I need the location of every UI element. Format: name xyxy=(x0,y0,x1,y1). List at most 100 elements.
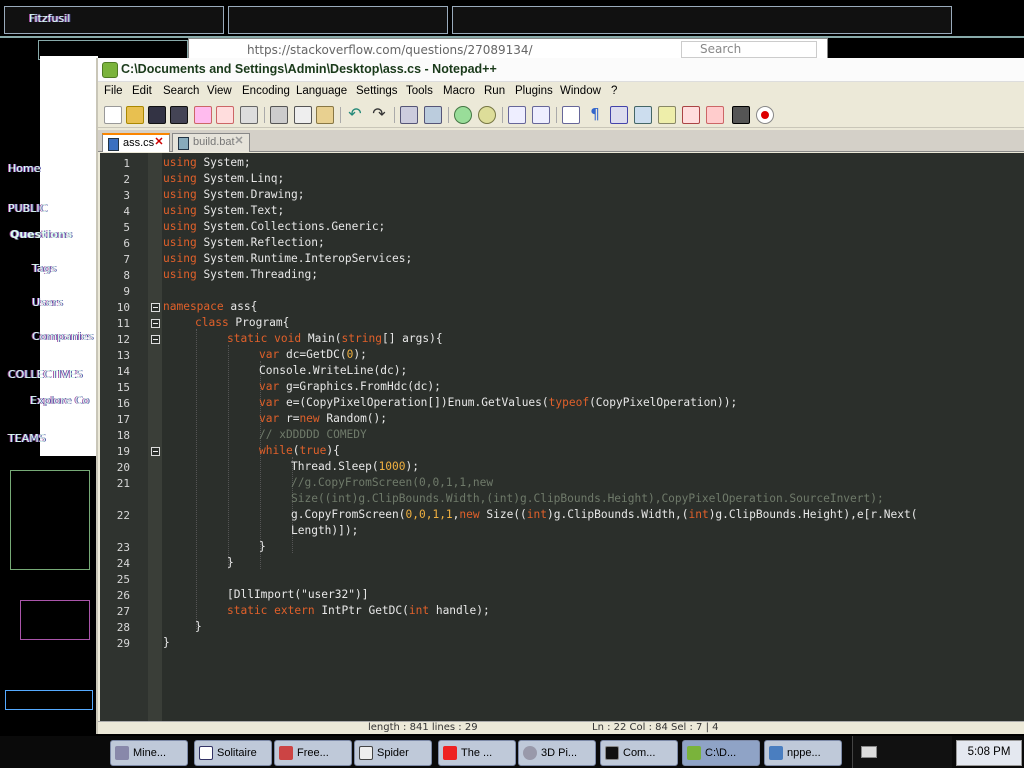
taskbar-item-solitaire[interactable]: Solitaire xyxy=(194,740,272,766)
taskbar-item-hearts[interactable]: The ... xyxy=(438,740,516,766)
new-file-icon[interactable] xyxy=(104,106,122,124)
browser-tab-3[interactable] xyxy=(452,6,952,34)
browser-address-bar[interactable]: https://stackoverflow.com/questions/2708… xyxy=(188,38,828,60)
tab-ass-cs[interactable]: ass.cs ✕ xyxy=(102,133,170,152)
paste-icon[interactable] xyxy=(316,106,334,124)
record-macro-icon[interactable] xyxy=(732,106,750,124)
fold-marker-namespace[interactable] xyxy=(151,303,160,312)
fold-margin xyxy=(148,153,162,721)
solitaire-icon xyxy=(199,746,213,760)
redo-icon[interactable]: ↷ xyxy=(370,106,388,124)
close-file-icon[interactable] xyxy=(194,106,212,124)
menu-file[interactable]: File xyxy=(104,85,123,97)
fold-marker-class[interactable] xyxy=(151,319,160,328)
function-list-icon[interactable] xyxy=(658,106,676,124)
sync-horizontal-icon[interactable] xyxy=(532,106,550,124)
code-line-8: using System.Threading; xyxy=(163,268,318,281)
pinball-icon xyxy=(523,746,537,760)
command-prompt-icon xyxy=(605,746,619,760)
code-line-2: using System.Linq; xyxy=(163,172,285,185)
menu-tools[interactable]: Tools xyxy=(406,85,433,97)
taskbar-item-minesweeper[interactable]: Mine... xyxy=(110,740,188,766)
code-line-6: using System.Reflection; xyxy=(163,236,325,249)
show-all-chars-icon[interactable]: ¶ xyxy=(586,106,604,124)
undo-icon[interactable]: ↶ xyxy=(346,106,364,124)
taskbar-item-notepadpp[interactable]: C:\D... xyxy=(682,740,760,766)
word-wrap-icon[interactable] xyxy=(562,106,580,124)
line-number: 28 xyxy=(116,621,130,634)
cut-icon[interactable] xyxy=(270,106,288,124)
folder-workspace-icon[interactable] xyxy=(682,106,700,124)
fold-marker-main[interactable] xyxy=(151,335,160,344)
save-all-icon[interactable] xyxy=(170,106,188,124)
notepadpp-window: C:\Documents and Settings\Admin\Desktop\… xyxy=(96,58,1024,734)
menu-edit[interactable]: Edit xyxy=(132,85,152,97)
browser-tab-1[interactable]: Fitzfusil xyxy=(4,6,224,34)
menu-settings[interactable]: Settings xyxy=(356,85,398,97)
menu-language[interactable]: Language xyxy=(296,85,347,97)
code-line-21a: //g.CopyFromScreen(0,0,1,1,new xyxy=(291,476,494,489)
stop-record-icon[interactable] xyxy=(756,106,774,124)
browser-search-input[interactable]: Search xyxy=(681,41,817,58)
code-editor[interactable]: 1 2 3 4 5 6 7 8 9 10 11 12 13 14 15 16 17 18 19 20 21 22 23 24 2… xyxy=(100,153,1024,721)
print-icon[interactable] xyxy=(240,106,258,124)
line-number: 21 xyxy=(116,477,130,490)
taskbar-item-freecell[interactable]: Free... xyxy=(274,740,352,766)
code-line-7: using System.Runtime.InteropServices; xyxy=(163,252,413,265)
bg-label-questions: Questions xyxy=(10,228,73,241)
line-number: 16 xyxy=(116,397,130,410)
close-tab-icon[interactable]: ✕ xyxy=(153,137,165,149)
taskbar-item-3d-pinball[interactable]: 3D Pi... xyxy=(518,740,596,766)
taskbar-clock[interactable]: 5:08 PM xyxy=(956,740,1022,766)
fold-marker-while[interactable] xyxy=(151,447,160,456)
close-tab-icon[interactable]: ✕ xyxy=(233,136,245,148)
taskbar-item-command-prompt[interactable]: Com... xyxy=(600,740,678,766)
line-number: 5 xyxy=(123,221,130,234)
menu-plugins[interactable]: Plugins xyxy=(515,85,553,97)
zoom-out-icon[interactable] xyxy=(478,106,496,124)
doc-map-icon[interactable] xyxy=(634,106,652,124)
sync-vertical-icon[interactable] xyxy=(508,106,526,124)
file-saved-icon xyxy=(178,137,189,150)
line-number: 6 xyxy=(123,237,130,250)
line-number: 10 xyxy=(116,301,130,314)
taskbar-item-nppe[interactable]: nppe... xyxy=(764,740,842,766)
find-icon[interactable] xyxy=(400,106,418,124)
taskbar-item-spider[interactable]: Spider xyxy=(354,740,432,766)
window-titlebar[interactable]: C:\Documents and Settings\Admin\Desktop\… xyxy=(98,58,1024,82)
tab-build-bat[interactable]: build.bat ✕ xyxy=(172,133,250,152)
keyboard-icon[interactable] xyxy=(861,746,877,758)
open-file-icon[interactable] xyxy=(126,106,144,124)
line-number: 27 xyxy=(116,605,130,618)
code-line-4: using System.Text; xyxy=(163,204,285,217)
code-line-19: while(true){ xyxy=(259,444,340,457)
explorer-icon xyxy=(769,746,783,760)
system-tray xyxy=(852,736,952,768)
zoom-in-icon[interactable] xyxy=(454,106,472,124)
indent-guide-icon[interactable] xyxy=(610,106,628,124)
bg-label-collectives: COLLECTIVES xyxy=(8,368,83,381)
copy-icon[interactable] xyxy=(294,106,312,124)
freecell-icon xyxy=(279,746,293,760)
code-line-10: namespace ass{ xyxy=(163,300,258,313)
menu-search[interactable]: Search xyxy=(163,85,199,97)
menu-encoding[interactable]: Encoding xyxy=(242,85,290,97)
replace-icon[interactable] xyxy=(424,106,442,124)
line-number: 12 xyxy=(116,333,130,346)
address-url: https://stackoverflow.com/questions/2708… xyxy=(247,43,533,57)
menu-macro[interactable]: Macro xyxy=(443,85,475,97)
code-line-17: var r=new Random(); xyxy=(259,412,388,425)
spider-icon xyxy=(359,746,373,760)
browser-tab-2[interactable] xyxy=(228,6,448,34)
menu-window[interactable]: Window xyxy=(560,85,601,97)
menu-view[interactable]: View xyxy=(207,85,232,97)
menu-help[interactable]: ? xyxy=(611,85,617,97)
menu-run[interactable]: Run xyxy=(484,85,505,97)
monitoring-icon[interactable] xyxy=(706,106,724,124)
line-number: 9 xyxy=(123,285,130,298)
close-all-icon[interactable] xyxy=(216,106,234,124)
save-icon[interactable] xyxy=(148,106,166,124)
line-number: 26 xyxy=(116,589,130,602)
document-tab-bar: ass.cs ✕ build.bat ✕ xyxy=(98,130,1024,152)
code-line-28: } xyxy=(195,620,202,633)
